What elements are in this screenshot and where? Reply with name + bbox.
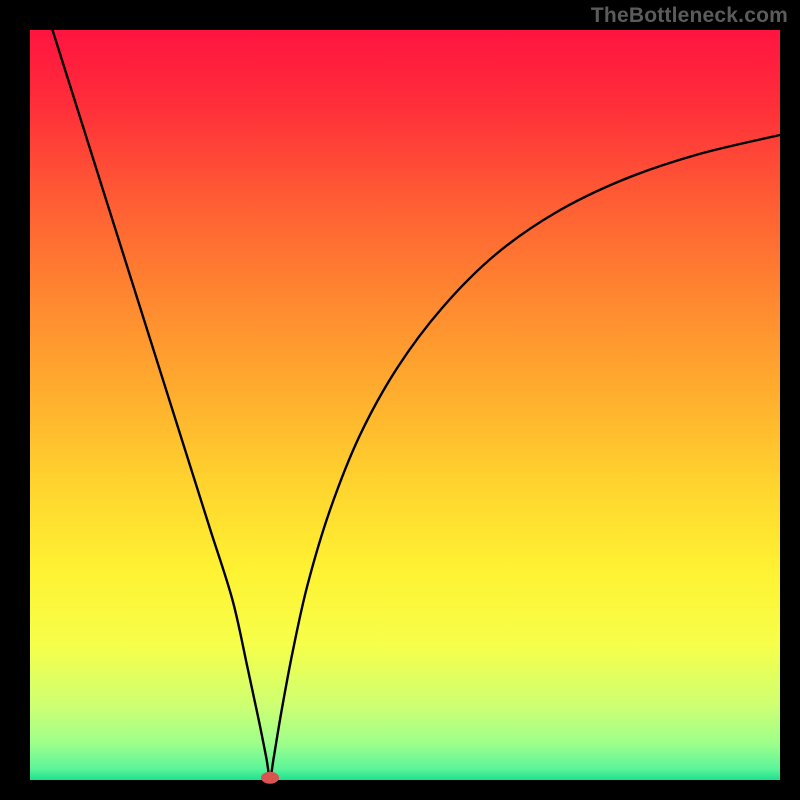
bottleneck-chart	[0, 0, 800, 800]
attribution-label: TheBottleneck.com	[591, 4, 788, 28]
chart-frame: TheBottleneck.com	[0, 0, 800, 800]
plot-background	[30, 30, 780, 780]
minimum-marker	[261, 772, 279, 784]
